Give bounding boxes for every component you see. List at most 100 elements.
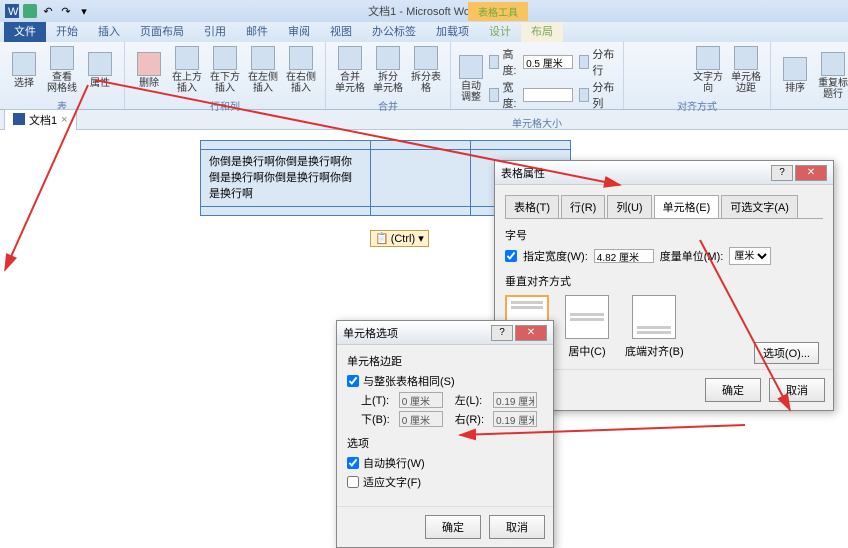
- wrap-text-label: 自动换行(W): [363, 455, 425, 471]
- cell-margins-button[interactable]: 单元格 边距: [728, 44, 764, 96]
- repeat-header-button[interactable]: 重复标题行: [815, 44, 848, 107]
- insert-below-button[interactable]: 在下方插入: [207, 44, 243, 96]
- doc-tab-close-icon[interactable]: ×: [61, 114, 67, 126]
- tab-mailings[interactable]: 邮件: [236, 20, 278, 42]
- cell-options-button[interactable]: 选项(O)...: [754, 342, 819, 364]
- split-cells-button[interactable]: 拆分 单元格: [370, 44, 406, 96]
- group-label-merge: 合并: [332, 96, 444, 113]
- insert-left-button[interactable]: 在左侧插入: [245, 44, 281, 96]
- tab-file[interactable]: 文件: [4, 20, 46, 42]
- delete-icon: [137, 52, 161, 76]
- tab-layout[interactable]: 布局: [521, 20, 563, 42]
- tab-design[interactable]: 设计: [479, 20, 521, 42]
- text-direction-button[interactable]: 文字方向: [690, 44, 726, 96]
- align-tc-button[interactable]: [651, 47, 667, 61]
- distribute-rows-button[interactable]: 分布行: [579, 46, 615, 78]
- tab-home[interactable]: 开始: [46, 20, 88, 42]
- tab-table-props[interactable]: 表格(T): [505, 195, 559, 218]
- qat-dropdown-icon[interactable]: ▾: [76, 3, 92, 19]
- dist-rows-icon: [579, 55, 589, 69]
- fit-text-label: 适应文字(F): [363, 474, 421, 490]
- align-tl-button[interactable]: [633, 47, 649, 61]
- align-br-button[interactable]: [669, 79, 685, 93]
- margin-left-input[interactable]: [493, 392, 537, 408]
- insert-right-button[interactable]: 在右侧插入: [283, 44, 319, 96]
- margin-right-label: 右(R):: [455, 411, 487, 427]
- unit-select[interactable]: 厘米: [729, 247, 771, 265]
- width-input[interactable]: [523, 88, 573, 102]
- autofit-button[interactable]: 自动调整: [457, 44, 485, 113]
- group-alignment: 文字方向 单元格 边距 对齐方式: [624, 42, 771, 109]
- dialog-help-button[interactable]: ?: [771, 165, 793, 181]
- distribute-cols-button[interactable]: 分布列: [579, 79, 615, 111]
- props-ok-button[interactable]: 确定: [705, 378, 761, 402]
- tab-addins[interactable]: 加载项: [426, 20, 479, 42]
- margin-left-label: 左(L):: [455, 392, 487, 408]
- split-icon: [376, 46, 400, 70]
- ribbon-tabs: 文件 开始 插入 页面布局 引用 邮件 审阅 视图 办公标签 加载项 设计 布局: [0, 22, 848, 42]
- dialog-titlebar[interactable]: 表格属性 ? ✕: [495, 161, 833, 185]
- margin-top-input[interactable]: [399, 392, 443, 408]
- insert-above-button[interactable]: 在上方插入: [169, 44, 205, 96]
- cellopts-close-button[interactable]: ✕: [515, 325, 547, 341]
- tab-references[interactable]: 引用: [194, 20, 236, 42]
- margin-right-input[interactable]: [493, 411, 537, 427]
- spec-width-checkbox[interactable]: [505, 250, 517, 262]
- delete-button[interactable]: 删除: [131, 44, 167, 96]
- select-button[interactable]: 选择: [6, 44, 42, 96]
- align-center-button[interactable]: [565, 295, 609, 339]
- document-tab[interactable]: 文档1 ×: [4, 109, 77, 130]
- align-mr-button[interactable]: [669, 63, 685, 77]
- cellopts-titlebar[interactable]: 单元格选项 ? ✕: [337, 321, 553, 345]
- align-bottom-button[interactable]: [632, 295, 676, 339]
- tab-review[interactable]: 审阅: [278, 20, 320, 42]
- select-icon: [12, 52, 36, 76]
- view-gridlines-button[interactable]: 查看 网格线: [44, 44, 80, 96]
- align-ml-button[interactable]: [633, 63, 649, 77]
- titlebar: W ↶ ↷ ▾ 文档1 - Microsoft Word 表格工具: [0, 0, 848, 22]
- spec-width-input[interactable]: [594, 249, 654, 263]
- undo-icon[interactable]: ↶: [40, 3, 56, 19]
- align-bc-button[interactable]: [651, 79, 667, 93]
- cellopts-ok-button[interactable]: 确定: [425, 515, 481, 539]
- svg-text:W: W: [8, 6, 19, 18]
- gridlines-icon: [50, 46, 74, 70]
- align-bl-button[interactable]: [633, 79, 649, 93]
- redo-icon[interactable]: ↷: [58, 3, 74, 19]
- wrap-text-checkbox[interactable]: [347, 457, 359, 469]
- tab-pagelayout[interactable]: 页面布局: [130, 20, 194, 42]
- text-dir-icon: [696, 46, 720, 70]
- cell-margin-icon: [734, 46, 758, 70]
- merge-cells-button[interactable]: 合并 单元格: [332, 44, 368, 96]
- text-cell[interactable]: 你倒是换行啊你倒是换行啊你倒是换行啊你倒是换行啊你倒是换行啊: [201, 150, 371, 207]
- paste-options-tag[interactable]: 📋 (Ctrl) ▾: [370, 230, 429, 247]
- margin-bottom-input[interactable]: [399, 411, 443, 427]
- doc-tab-label: 文档1: [29, 112, 57, 128]
- cellopts-cancel-button[interactable]: 取消: [489, 515, 545, 539]
- tab-cell-props[interactable]: 单元格(E): [654, 195, 720, 218]
- insert-right-icon: [289, 46, 313, 70]
- save-icon[interactable]: [22, 3, 38, 19]
- same-as-table-checkbox[interactable]: [347, 375, 359, 387]
- tab-col-props[interactable]: 列(U): [607, 195, 651, 218]
- align-mc-button[interactable]: [651, 63, 667, 77]
- tab-office[interactable]: 办公标签: [362, 20, 426, 42]
- group-cellsize: 自动调整 高度: 宽度: 分布行 分布列 单元格大小: [451, 42, 624, 109]
- dialog-close-button[interactable]: ✕: [795, 165, 827, 181]
- props-cancel-button[interactable]: 取消: [769, 378, 825, 402]
- height-input[interactable]: [523, 55, 573, 69]
- paste-icon: 📋: [375, 232, 389, 245]
- cellopts-help-button[interactable]: ?: [491, 325, 513, 341]
- align-tr-button[interactable]: [669, 47, 685, 61]
- properties-icon: [88, 52, 112, 76]
- tab-insert[interactable]: 插入: [88, 20, 130, 42]
- document-tab-bar: 文档1 ×: [0, 110, 848, 130]
- dialog-tabs: 表格(T) 行(R) 列(U) 单元格(E) 可选文字(A): [505, 195, 823, 219]
- fit-text-checkbox[interactable]: [347, 476, 359, 488]
- split-table-button[interactable]: 拆分表格: [408, 44, 444, 96]
- sort-button[interactable]: 排序: [777, 44, 813, 107]
- tab-view[interactable]: 视图: [320, 20, 362, 42]
- properties-button[interactable]: 属性: [82, 44, 118, 96]
- tab-alttext-props[interactable]: 可选文字(A): [721, 195, 798, 218]
- tab-row-props[interactable]: 行(R): [561, 195, 605, 218]
